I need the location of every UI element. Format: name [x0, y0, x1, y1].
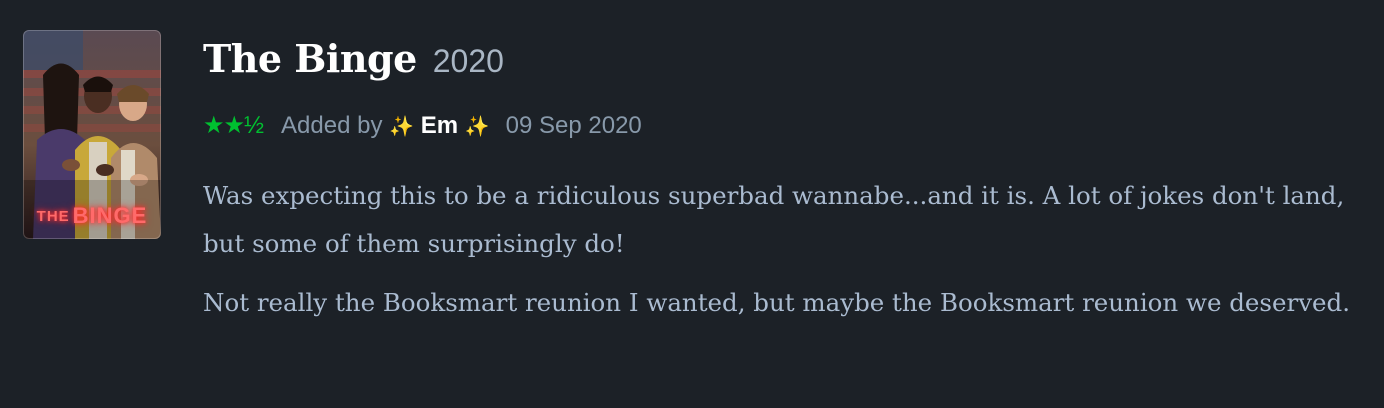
rating-stars: ★★½	[203, 112, 264, 139]
review-meta: ★★½ Added by ✨ Em ✨ 09 Sep 2020	[203, 111, 642, 142]
review-paragraph: Not really the Booksmart reunion I wante…	[203, 288, 1351, 317]
reviewer[interactable]: ✨ Em ✨	[389, 112, 490, 139]
review-body: Was expecting this to be a ridiculous su…	[203, 172, 1363, 338]
poster-title-small: THE	[36, 208, 70, 225]
film-year[interactable]: 2020	[433, 43, 504, 79]
added-by-label: Added by	[281, 112, 383, 139]
sparkle-left-icon: ✨	[389, 116, 415, 138]
title-row: The Binge 2020	[203, 36, 504, 86]
review-card: THE BINGE The Binge 2020 ★★½ Added by ✨ Em …	[0, 0, 1384, 408]
poster-title-big: BINGE	[72, 203, 148, 228]
sparkle-right-icon: ✨	[464, 116, 490, 138]
reviewer-username[interactable]: Em	[421, 112, 458, 139]
poster-title-neon: THE BINGE	[23, 203, 161, 229]
film-title[interactable]: The Binge	[203, 36, 417, 81]
film-poster[interactable]: THE BINGE	[23, 30, 161, 239]
review-paragraph: Was expecting this to be a ridiculous su…	[203, 181, 1345, 258]
review-date[interactable]: 09 Sep 2020	[506, 112, 642, 139]
